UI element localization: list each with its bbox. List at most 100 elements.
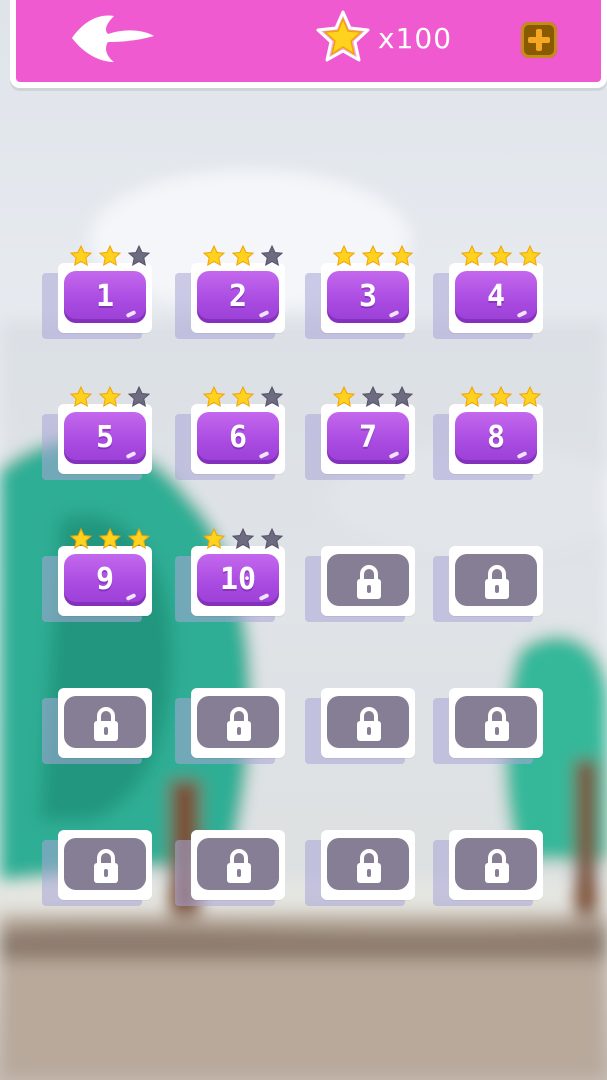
star-rating bbox=[70, 528, 150, 549]
star-rating bbox=[461, 386, 541, 407]
level-button-locked[interactable] bbox=[433, 528, 549, 624]
level-tile bbox=[191, 830, 285, 900]
star-filled-icon bbox=[461, 245, 483, 266]
level-tile: 3 bbox=[321, 263, 415, 333]
star-filled-icon bbox=[128, 528, 150, 549]
locked-button bbox=[455, 838, 537, 890]
star-rating bbox=[333, 386, 413, 407]
level-tile: 5 bbox=[58, 404, 152, 474]
locked-button bbox=[327, 838, 409, 890]
level-button-locked[interactable] bbox=[175, 812, 291, 908]
level-tile: 9 bbox=[58, 546, 152, 616]
level-button-4[interactable]: 4 bbox=[433, 245, 549, 341]
level-tile bbox=[449, 688, 543, 758]
star-rating bbox=[203, 245, 283, 266]
level-tile: 7 bbox=[321, 404, 415, 474]
level-tile bbox=[191, 688, 285, 758]
star-empty-icon bbox=[362, 386, 384, 407]
level-button-locked[interactable] bbox=[305, 528, 421, 624]
level-button-2[interactable]: 2 bbox=[175, 245, 291, 341]
level-number-button: 6 bbox=[197, 412, 279, 464]
level-button-locked[interactable] bbox=[42, 812, 158, 908]
locked-button bbox=[197, 696, 279, 748]
level-button-10[interactable]: 10 bbox=[175, 528, 291, 624]
star-filled-icon bbox=[99, 386, 121, 407]
level-number: 8 bbox=[486, 420, 506, 455]
level-number: 7 bbox=[358, 420, 378, 455]
star-filled-icon bbox=[203, 245, 225, 266]
level-select-screen: x100 1 2 3 4 5 6 7 8 9 10 bbox=[0, 0, 607, 1080]
level-number: 9 bbox=[95, 562, 115, 597]
star-rating bbox=[461, 245, 541, 266]
padlock-icon bbox=[227, 707, 251, 741]
level-button-1[interactable]: 1 bbox=[42, 245, 158, 341]
level-button-locked[interactable] bbox=[433, 812, 549, 908]
star-rating bbox=[203, 386, 283, 407]
star-rating bbox=[203, 528, 283, 549]
level-number: 10 bbox=[219, 562, 257, 597]
level-button-locked[interactable] bbox=[305, 812, 421, 908]
locked-button bbox=[455, 554, 537, 606]
star-filled-icon bbox=[99, 245, 121, 266]
star-filled-icon bbox=[519, 386, 541, 407]
level-tile: 6 bbox=[191, 404, 285, 474]
level-button-9[interactable]: 9 bbox=[42, 528, 158, 624]
padlock-icon bbox=[485, 849, 509, 883]
star-rating bbox=[70, 386, 150, 407]
locked-button bbox=[327, 554, 409, 606]
level-number: 3 bbox=[358, 279, 378, 314]
star-rating bbox=[70, 245, 150, 266]
level-tile bbox=[321, 830, 415, 900]
padlock-icon bbox=[357, 849, 381, 883]
level-number: 2 bbox=[228, 279, 248, 314]
top-bar: x100 bbox=[0, 0, 607, 90]
level-tile bbox=[58, 830, 152, 900]
level-tile bbox=[58, 688, 152, 758]
level-tile: 4 bbox=[449, 263, 543, 333]
level-number-button: 5 bbox=[64, 412, 146, 464]
level-button-locked[interactable] bbox=[175, 670, 291, 766]
level-tile: 1 bbox=[58, 263, 152, 333]
locked-button bbox=[64, 838, 146, 890]
level-tile bbox=[321, 546, 415, 616]
star-filled-icon bbox=[333, 245, 355, 266]
padlock-icon bbox=[485, 565, 509, 599]
level-button-locked[interactable] bbox=[42, 670, 158, 766]
star-filled-icon bbox=[490, 245, 512, 266]
padlock-icon bbox=[94, 849, 118, 883]
star-filled-icon bbox=[70, 386, 92, 407]
level-number: 1 bbox=[95, 279, 115, 314]
star-empty-icon bbox=[261, 245, 283, 266]
star-filled-icon bbox=[232, 245, 254, 266]
level-number-button: 2 bbox=[197, 271, 279, 323]
star-empty-icon bbox=[261, 528, 283, 549]
star-empty-icon bbox=[261, 386, 283, 407]
level-button-locked[interactable] bbox=[305, 670, 421, 766]
star-filled-icon bbox=[519, 245, 541, 266]
level-number-button: 7 bbox=[327, 412, 409, 464]
level-button-6[interactable]: 6 bbox=[175, 386, 291, 482]
star-filled-icon bbox=[70, 528, 92, 549]
level-number-button: 3 bbox=[327, 271, 409, 323]
level-button-locked[interactable] bbox=[433, 670, 549, 766]
coin-count: x100 bbox=[378, 22, 453, 55]
level-tile: 2 bbox=[191, 263, 285, 333]
star-currency-icon bbox=[316, 10, 370, 62]
locked-button bbox=[327, 696, 409, 748]
star-filled-icon bbox=[203, 528, 225, 549]
locked-button bbox=[197, 838, 279, 890]
star-filled-icon bbox=[99, 528, 121, 549]
star-filled-icon bbox=[232, 386, 254, 407]
level-button-5[interactable]: 5 bbox=[42, 386, 158, 482]
level-button-3[interactable]: 3 bbox=[305, 245, 421, 341]
back-arrow-icon[interactable] bbox=[66, 12, 158, 64]
star-filled-icon bbox=[391, 245, 413, 266]
level-tile: 8 bbox=[449, 404, 543, 474]
level-button-7[interactable]: 7 bbox=[305, 386, 421, 482]
star-filled-icon bbox=[333, 386, 355, 407]
star-filled-icon bbox=[490, 386, 512, 407]
level-button-8[interactable]: 8 bbox=[433, 386, 549, 482]
level-number-button: 1 bbox=[64, 271, 146, 323]
padlock-icon bbox=[485, 707, 509, 741]
plus-icon[interactable] bbox=[521, 22, 557, 58]
